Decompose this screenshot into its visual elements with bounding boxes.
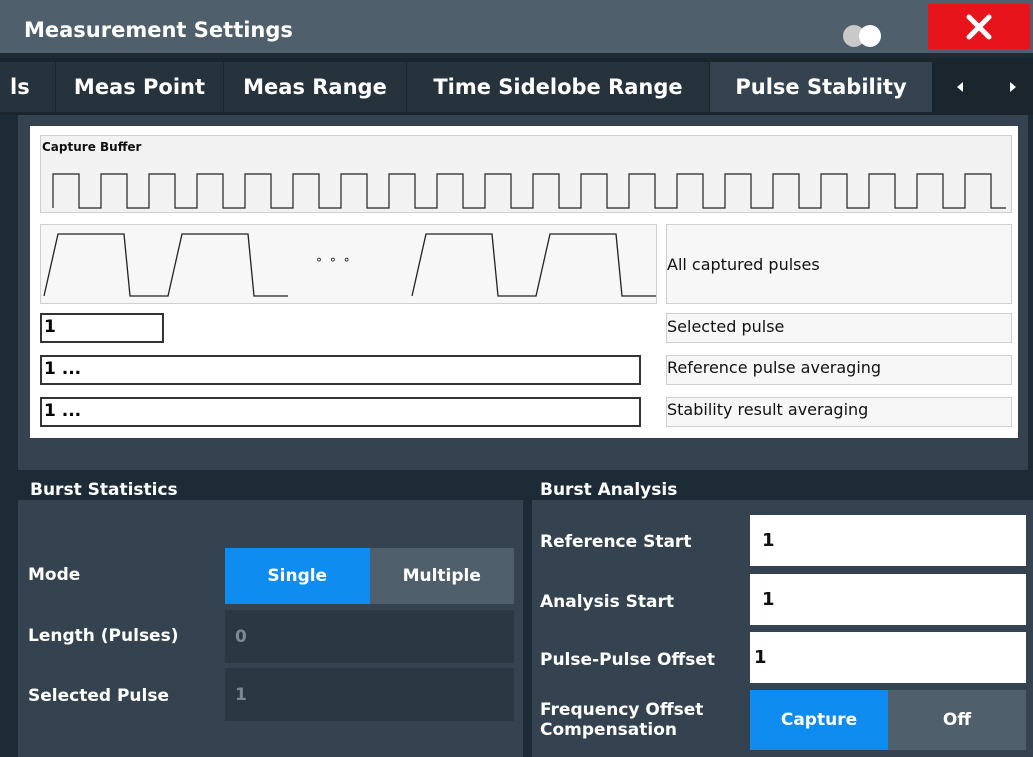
length-pulses-label: Length (Pulses) bbox=[28, 626, 179, 646]
freq-comp-toggle: Capture Off bbox=[750, 690, 1026, 750]
burst-analysis-title: Burst Analysis bbox=[540, 480, 678, 500]
tab-time-sidelobe-range[interactable]: Time Sidelobe Range bbox=[407, 62, 709, 112]
mode-single-button[interactable]: Single bbox=[225, 548, 370, 604]
tab-bar: ls Meas Point Meas Range Time Sidelobe R… bbox=[0, 58, 1033, 115]
toggle-icon[interactable] bbox=[840, 22, 886, 50]
title-bar: Measurement Settings bbox=[0, 0, 1033, 53]
freq-comp-label-line2: Compensation bbox=[540, 720, 677, 740]
selected-pulse-field: 1 bbox=[40, 313, 164, 343]
scroll-left-button[interactable] bbox=[940, 62, 980, 112]
all-pulses-label: All captured pulses bbox=[667, 255, 820, 274]
pulses-ellipsis: ° ° ° bbox=[316, 256, 352, 270]
freq-comp-capture-button[interactable]: Capture bbox=[750, 690, 888, 750]
burst-statistics-title: Burst Statistics bbox=[30, 480, 178, 500]
stability-averaging-field: 1 ... bbox=[40, 397, 641, 427]
reference-averaging-field: 1 ... bbox=[40, 355, 641, 385]
selected-pulse-stat-field[interactable]: 1 bbox=[225, 668, 514, 721]
tab-meas-point[interactable]: Meas Point bbox=[56, 62, 223, 112]
freq-comp-off-button[interactable]: Off bbox=[888, 690, 1026, 750]
tab-pulse-stability[interactable]: Pulse Stability bbox=[710, 62, 932, 112]
stability-averaging-label: Stability result averaging bbox=[667, 400, 869, 419]
length-pulses-field[interactable]: 0 bbox=[225, 610, 514, 663]
tab-meas-range[interactable]: Meas Range bbox=[224, 62, 406, 112]
capture-buffer-waveform bbox=[52, 173, 1006, 209]
reference-averaging-label: Reference pulse averaging bbox=[667, 358, 882, 377]
analysis-start-label: Analysis Start bbox=[540, 592, 674, 612]
scroll-right-button[interactable] bbox=[993, 62, 1033, 112]
close-button[interactable] bbox=[928, 4, 1030, 49]
selected-pulse-label: Selected pulse bbox=[667, 317, 785, 336]
pulse-stability-diagram: Capture Buffer ° ° ° All captured pulses… bbox=[30, 126, 1018, 438]
capture-buffer-label: Capture Buffer bbox=[42, 140, 142, 154]
reference-start-input[interactable]: 1 bbox=[750, 515, 1026, 566]
mode-toggle: Single Multiple bbox=[225, 548, 514, 604]
pulse-offset-label: Pulse-Pulse Offset bbox=[540, 650, 716, 670]
mode-multiple-button[interactable]: Multiple bbox=[369, 548, 514, 604]
pulse-offset-input[interactable]: 1 bbox=[750, 632, 1026, 683]
freq-comp-label-line1: Frequency Offset bbox=[540, 700, 704, 720]
chevron-left-icon bbox=[957, 82, 963, 92]
analysis-start-input[interactable]: 1 bbox=[750, 574, 1026, 625]
close-icon bbox=[966, 14, 992, 39]
selected-pulse-stat-label: Selected Pulse bbox=[28, 686, 169, 706]
reference-start-label: Reference Start bbox=[540, 532, 692, 552]
mode-label: Mode bbox=[28, 565, 81, 585]
tab-partial[interactable]: ls bbox=[0, 62, 55, 112]
chevron-right-icon bbox=[1010, 82, 1016, 92]
window-title: Measurement Settings bbox=[24, 18, 293, 42]
